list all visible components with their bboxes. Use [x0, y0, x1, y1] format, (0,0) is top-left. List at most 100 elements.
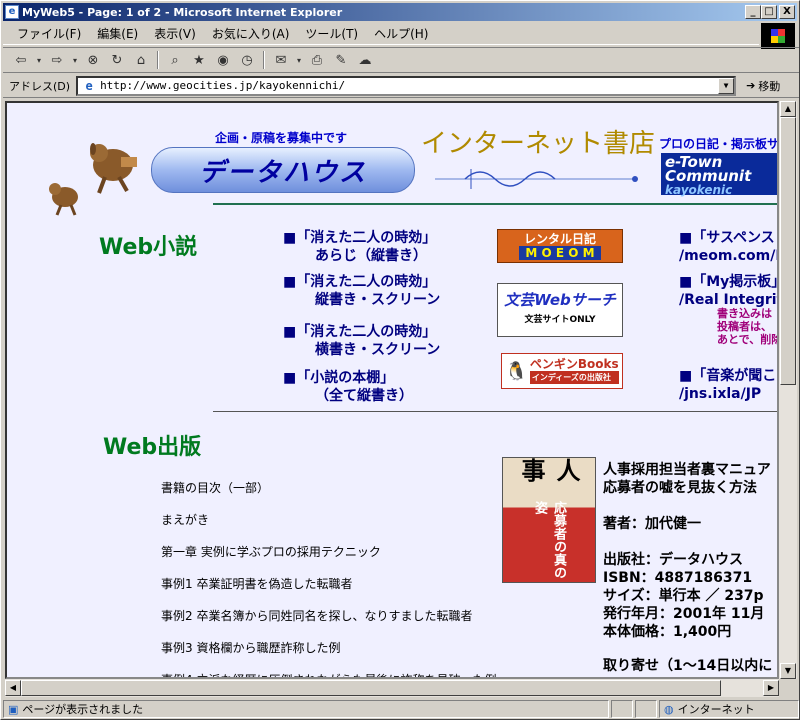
toc-item: 事例1 卒業証明書を偽造した転職者 — [161, 577, 353, 591]
menu-tools[interactable]: ツール(T) — [297, 25, 366, 42]
penguin-label: ペンギンBooks — [529, 357, 619, 371]
top-tagline: 企画・原稿を募集中です — [215, 131, 348, 145]
book-publisher: 出版社：データハウス — [603, 552, 743, 568]
browser-window: e MyWeb5 - Page: 1 of 2 - Microsoft Inte… — [0, 0, 800, 720]
penguin-icon: 🐧 — [505, 360, 528, 382]
notice-line: 書き込みは — [717, 307, 772, 320]
link-line: /jns.ixla/JP — [679, 386, 762, 402]
toc-item: まえがき — [161, 513, 210, 527]
web-publish-heading: Web出版 — [103, 435, 202, 460]
print-icon[interactable]: ⎙ — [307, 50, 327, 70]
maximize-button[interactable]: □ — [761, 5, 777, 19]
notice-line: 投稿者は、 — [717, 320, 772, 333]
link-line: あらじ（縦書き） — [315, 248, 427, 264]
scroll-right-arrow-icon[interactable]: ▶ — [763, 680, 779, 696]
etown-line2: Communit — [665, 167, 752, 185]
bungei-web-search-badge[interactable]: 文芸Webサーチ 文芸サイトONLY — [497, 283, 623, 337]
book-order: 取り寄せ（1〜14日以内に — [603, 658, 773, 674]
forward-icon[interactable]: ⇨ — [47, 50, 67, 70]
novel-link-3[interactable]: ■「消えた二人の時効」 横書き・スクリーン — [283, 323, 440, 359]
novel-link-1[interactable]: ■「消えた二人の時効」 あらじ（縦書き） — [283, 229, 436, 265]
history-icon[interactable]: ◷ — [237, 50, 257, 70]
title-bar[interactable]: e MyWeb5 - Page: 1 of 2 - Microsoft Inte… — [3, 3, 797, 21]
edit-icon[interactable]: ✎ — [331, 50, 351, 70]
book-cover-sub: 応募者の真の姿 — [532, 500, 566, 579]
menu-file[interactable]: ファイル(F) — [9, 25, 89, 42]
toc-item: 事例4 立派な経歴に圧倒されながらも最後に詐称を見破った例 — [161, 671, 496, 677]
link-line: /meom.com/D — [679, 248, 779, 264]
dropdown-icon[interactable]: ▾ — [35, 50, 43, 70]
right-link-my-bbs[interactable]: ■「My掲示板」 /Real Integrit — [679, 273, 777, 309]
book-title-line2: 応募者の嘘を見抜く方法 — [603, 480, 757, 496]
home-icon[interactable]: ⌂ — [131, 50, 151, 70]
link-line: ■「サスペンス — [679, 230, 775, 246]
horizontal-scrollbar[interactable]: ◀ ▶ — [5, 679, 779, 697]
book-title-line1: 人事採用担当者裏マニュア — [603, 462, 771, 478]
right-link-music[interactable]: ■「音楽が聞こ /jns.ixla/JP — [679, 367, 776, 403]
scroll-up-arrow-icon[interactable]: ▲ — [780, 101, 796, 117]
minimize-button[interactable]: _ — [745, 5, 761, 19]
book-isbn: ISBN：4887186371 — [603, 570, 753, 586]
shop-title: インターネット書店 — [421, 129, 656, 159]
status-cell — [635, 700, 657, 718]
go-arrow-icon: ➔ — [746, 79, 756, 92]
menu-edit[interactable]: 編集(E) — [89, 25, 146, 42]
search-icon[interactable]: ⌕ — [165, 50, 185, 70]
media-icon[interactable]: ◉ — [213, 50, 233, 70]
security-zone-panel: ◍ インターネット — [659, 700, 799, 718]
bbs-notice: 書き込みは 投稿者は、 あとで、削除 — [717, 307, 779, 346]
internet-globe-icon: ◍ — [664, 702, 674, 716]
mail-icon[interactable]: ✉ — [271, 50, 291, 70]
novel-link-4[interactable]: ■「小説の本棚」 （全て縦書き） — [283, 369, 413, 405]
vertical-scrollbar[interactable]: ▲ ▼ — [779, 101, 797, 679]
stop-icon[interactable]: ⊗ — [83, 50, 103, 70]
address-label: アドレス(D) — [9, 79, 71, 93]
dropdown-icon[interactable]: ▾ — [71, 50, 79, 70]
web-novel-heading: Web小説 — [99, 235, 198, 260]
notice-line: あとで、削除 — [717, 333, 779, 346]
go-button[interactable]: ➔ 移動 — [746, 78, 780, 94]
datahouse-banner[interactable]: データハウス — [151, 147, 415, 193]
penguin-books-badge[interactable]: 🐧 ペンギンBooks インディーズの出版社 — [501, 353, 623, 389]
scroll-down-arrow-icon[interactable]: ▼ — [780, 663, 796, 679]
status-message-panel: ▣ ページが表示されました — [3, 700, 609, 718]
address-dropdown-button[interactable]: ▼ — [718, 77, 735, 94]
bungei-sub-label: 文芸サイトONLY — [524, 315, 596, 325]
scroll-left-arrow-icon[interactable]: ◀ — [5, 680, 21, 696]
refresh-icon[interactable]: ↻ — [107, 50, 127, 70]
penguin-sub-label: インディーズの出版社 — [529, 371, 619, 384]
address-value[interactable]: http://www.geocities.jp/kayokennichi/ — [100, 79, 718, 92]
right-link-suspense[interactable]: ■「サスペンス /meom.com/D — [679, 229, 779, 265]
vertical-scroll-thumb[interactable] — [780, 117, 796, 385]
mascot-animals-image — [49, 143, 137, 216]
window-title: MyWeb5 - Page: 1 of 2 - Microsoft Intern… — [22, 5, 343, 19]
page-icon: e — [85, 78, 93, 93]
close-button[interactable]: X — [779, 5, 795, 19]
toolbar-separator — [157, 51, 159, 69]
etown-community-banner[interactable]: e-Town Communit kayokenic — [661, 153, 777, 197]
dropdown-icon[interactable]: ▾ — [295, 50, 303, 70]
bungei-label: 文芸Webサーチ — [504, 291, 616, 309]
right-tagline: プロの日記・掲示板サ — [659, 137, 779, 151]
menu-view[interactable]: 表示(V) — [146, 25, 204, 42]
horizontal-scroll-thumb[interactable] — [21, 680, 721, 696]
discuss-icon[interactable]: ☁ — [355, 50, 375, 70]
book-author: 著者：加代健一 — [603, 516, 701, 532]
toc-item: 第一章 実例に学ぶプロの採用テクニック — [161, 545, 381, 559]
back-icon[interactable]: ⇦ — [11, 50, 31, 70]
menu-bar: ファイル(F) 編集(E) 表示(V) お気に入り(A) ツール(T) ヘルプ(… — [3, 23, 759, 45]
menu-favorites[interactable]: お気に入り(A) — [204, 25, 298, 42]
rental-diary-badge[interactable]: レンタル日記 M O E O M — [497, 229, 623, 263]
zone-text: インターネット — [677, 703, 755, 716]
status-bar: ▣ ページが表示されました ◍ インターネット — [3, 699, 799, 719]
section-divider — [213, 203, 777, 205]
caption-buttons: _ □ X — [745, 5, 795, 19]
address-input[interactable]: e http://www.geocities.jp/kayokennichi/ … — [76, 75, 737, 96]
link-line: （全て縦書き） — [315, 388, 413, 404]
novel-link-2[interactable]: ■「消えた二人の時効」 縦書き・スクリーン — [283, 273, 440, 309]
menu-help[interactable]: ヘルプ(H) — [366, 25, 436, 42]
section-divider — [213, 411, 777, 412]
favorites-icon[interactable]: ★ — [189, 50, 209, 70]
toc-item: 事例3 資格欄から職歴詐称した例 — [161, 641, 341, 655]
book-cover-image[interactable]: 人事 応募者の真の姿 — [502, 457, 596, 583]
